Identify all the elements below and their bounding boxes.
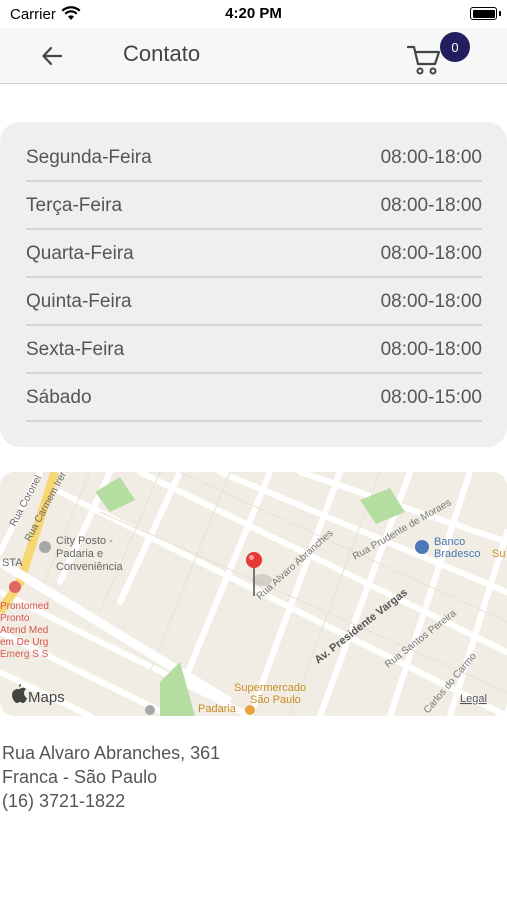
- hours-row: Quarta-Feira 08:00-18:00: [26, 230, 482, 278]
- address-block: Rua Alvaro Abranches, 361 Franca - São P…: [2, 741, 220, 813]
- hours-time: 08:00-15:00: [380, 387, 482, 408]
- map-label: City Posto -: [56, 535, 113, 547]
- hours-day: Terça-Feira: [26, 195, 123, 216]
- hours-row: Segunda-Feira 08:00-18:00: [26, 134, 482, 182]
- hours-time: 08:00-18:00: [380, 147, 482, 168]
- map-label: Prontomed: [0, 601, 49, 612]
- map-label: STA: [2, 557, 23, 569]
- back-button[interactable]: [36, 40, 68, 72]
- map-label: São Paulo: [250, 694, 301, 706]
- hours-row: Quinta-Feira 08:00-18:00: [26, 278, 482, 326]
- nav-bar: Contato 0: [0, 28, 507, 84]
- opening-hours-card: Segunda-Feira 08:00-18:00 Terça-Feira 08…: [0, 122, 507, 447]
- status-bar: Carrier 4:20 PM: [0, 0, 507, 28]
- map-label: Bradesco: [434, 548, 480, 560]
- hours-time: 08:00-18:00: [380, 291, 482, 312]
- map-label: Banco: [434, 536, 465, 548]
- map-label: Pronto: [0, 613, 30, 624]
- hours-day: Quarta-Feira: [26, 243, 134, 264]
- address-street: Rua Alvaro Abranches, 361: [2, 743, 221, 763]
- map-label: Atend Med: [0, 625, 48, 636]
- map-legal-link[interactable]: Legal: [460, 693, 487, 705]
- phone-number[interactable]: (16) 3721-1822: [2, 789, 220, 813]
- map-label: Supermercado: [234, 682, 306, 694]
- hours-day: Sábado: [26, 387, 92, 408]
- page-title: Contato: [123, 41, 201, 66]
- map-canvas[interactable]: Rua Coronel Rua Carmem Irer City Posto -…: [0, 472, 507, 716]
- map-label: Padaria: [198, 703, 237, 715]
- hours-row: Terça-Feira 08:00-18:00: [26, 182, 482, 230]
- map-label: Padaria e: [56, 548, 103, 560]
- hours-day: Quinta-Feira: [26, 291, 132, 312]
- map-label: Conveniência: [56, 561, 124, 573]
- hours-row: Sábado 08:00-15:00: [26, 374, 482, 422]
- map-label: Emerg S S: [0, 649, 49, 660]
- arrow-left-icon: [42, 46, 63, 66]
- hours-day: Segunda-Feira: [26, 147, 152, 168]
- hours-row: Sexta-Feira 08:00-18:00: [26, 326, 482, 374]
- map-label: Su: [492, 548, 505, 560]
- address-city: Franca - São Paulo: [2, 767, 158, 787]
- cart-count-badge: 0: [440, 32, 470, 62]
- hours-time: 08:00-18:00: [380, 243, 482, 264]
- maps-brand-label: Maps: [28, 689, 65, 706]
- status-time: 4:20 PM: [225, 5, 282, 22]
- map-label: em De Urg: [0, 637, 48, 648]
- battery-icon: [470, 7, 497, 20]
- map-view[interactable]: Rua Coronel Rua Carmem Irer City Posto -…: [0, 472, 507, 716]
- hours-time: 08:00-18:00: [380, 339, 482, 360]
- cart-icon: [406, 45, 441, 75]
- hours-time: 08:00-18:00: [380, 195, 482, 216]
- hours-day: Sexta-Feira: [26, 339, 125, 360]
- battery-cap: [499, 11, 501, 16]
